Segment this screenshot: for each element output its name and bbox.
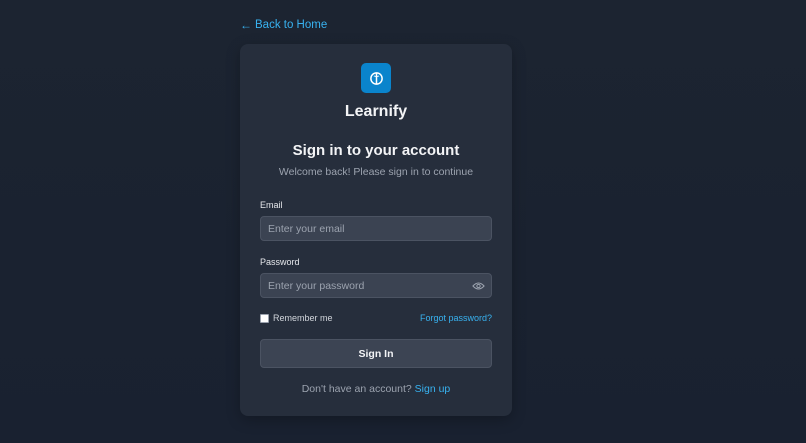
password-label: Password: [260, 257, 300, 267]
signup-prompt: Don't have an account? Sign up: [240, 383, 512, 395]
email-field-wrapper: [260, 216, 492, 241]
back-to-home-link[interactable]: ← Back to Home: [240, 19, 327, 31]
sign-in-button[interactable]: Sign In: [260, 339, 492, 368]
page-title: Sign in to your account: [292, 142, 460, 159]
remember-me-label: Remember me: [273, 313, 333, 323]
back-to-home-label: Back to Home: [255, 19, 328, 31]
sign-up-link[interactable]: Sign up: [415, 383, 451, 395]
brand-logo: [361, 63, 391, 93]
eye-icon: [472, 282, 485, 290]
book-icon: [369, 71, 383, 85]
signup-prompt-text: Don't have an account?: [301, 383, 412, 395]
password-field[interactable]: [261, 274, 491, 297]
arrow-left-icon: ←: [240, 18, 252, 32]
forgot-password-link[interactable]: Forgot password?: [420, 313, 492, 323]
email-field[interactable]: [261, 217, 491, 240]
brand-name: Learnify: [344, 103, 408, 120]
signin-card: Learnify Sign in to your account Welcome…: [240, 44, 512, 416]
password-toggle-button[interactable]: [472, 280, 485, 292]
remember-me: Remember me: [260, 313, 333, 323]
remember-me-checkbox[interactable]: [260, 313, 269, 323]
email-label: Email: [260, 200, 283, 210]
page-subtitle: Welcome back! Please sign in to continue: [278, 166, 474, 178]
password-field-wrapper: [260, 273, 492, 298]
